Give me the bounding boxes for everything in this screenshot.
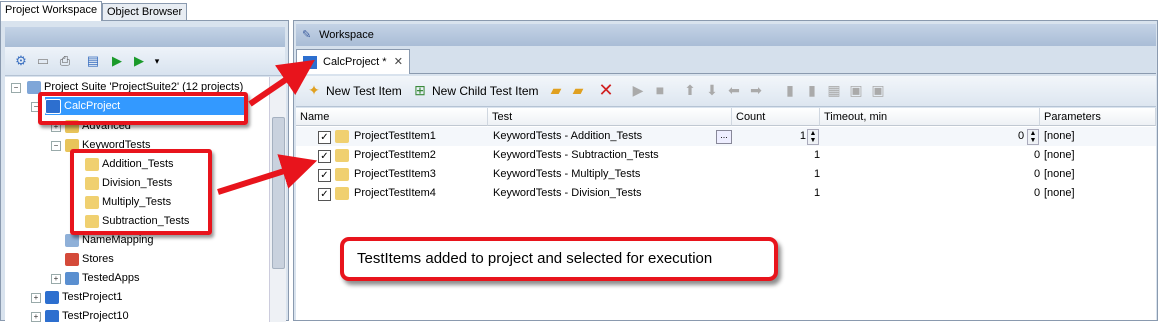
arrow-to-grid bbox=[217, 154, 318, 195]
arrow-to-tab bbox=[248, 59, 315, 107]
tab-project-workspace[interactable]: Project Workspace bbox=[0, 1, 103, 21]
annotation-callout: TestItems added to project and selected … bbox=[340, 237, 778, 281]
